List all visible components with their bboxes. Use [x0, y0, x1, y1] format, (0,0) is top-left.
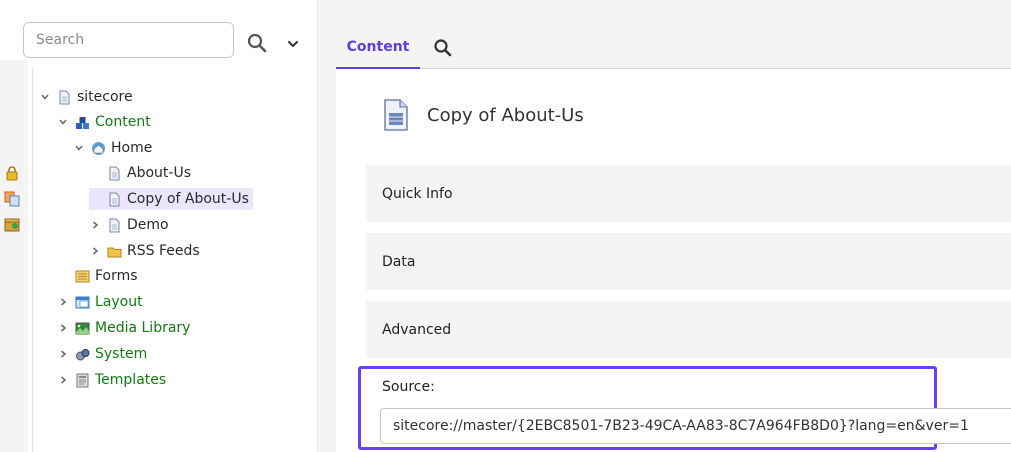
chevron-down-icon[interactable]: [286, 36, 300, 50]
section-data[interactable]: Data: [366, 233, 1011, 290]
editor-content: Copy of About-Us Quick Info Data Advance…: [336, 69, 1011, 452]
media-library-icon: [75, 321, 90, 336]
chevron-right-icon[interactable]: [89, 246, 101, 256]
editor-tabs: Content: [336, 27, 1011, 69]
tree-node-templates[interactable]: Templates: [57, 369, 166, 391]
document-icon: [107, 192, 122, 207]
document-icon: [107, 218, 122, 233]
content-editor: Content Copy of About-Us Quick Info Data…: [336, 0, 1011, 452]
document-icon: [57, 90, 72, 105]
layout-icon: [75, 295, 90, 310]
tree-node-label: Demo: [127, 217, 169, 233]
content-tree-panel: sitecore Content Home: [0, 0, 318, 452]
section-quick-info[interactable]: Quick Info: [366, 165, 1011, 222]
forms-icon: [75, 269, 90, 284]
tree-node-label: Forms: [95, 268, 138, 284]
tree-node-label: sitecore: [77, 89, 133, 105]
tree-node-label: Layout: [95, 294, 143, 310]
chevron-right-icon[interactable]: [57, 297, 69, 307]
gutter: [0, 60, 28, 452]
tree-node-sitecore[interactable]: sitecore: [39, 86, 133, 108]
tree-node-demo[interactable]: Demo: [89, 214, 169, 236]
document-icon: [383, 99, 409, 131]
tree-node-rss-feeds[interactable]: RSS Feeds: [89, 240, 200, 262]
search-icon[interactable]: [246, 32, 268, 54]
tree-search-input[interactable]: [24, 23, 233, 57]
tree-node-about-us[interactable]: About-Us: [89, 162, 191, 184]
section-advanced[interactable]: Advanced: [366, 301, 1011, 358]
tree-node-label: Media Library: [95, 320, 191, 336]
tree-node-label: Copy of About-Us: [127, 191, 249, 207]
item-title: Copy of About-Us: [427, 105, 584, 126]
tree-node-label: Templates: [95, 372, 167, 388]
tree-node-forms[interactable]: Forms: [57, 265, 138, 287]
lock-icon[interactable]: [4, 165, 20, 181]
document-icon: [107, 166, 122, 181]
search-icon[interactable]: [432, 37, 454, 59]
source-label: Source:: [382, 379, 435, 395]
chevron-down-icon[interactable]: [73, 143, 85, 153]
source-field[interactable]: sitecore://master/{2EBC8501-7B23-49CA-AA…: [380, 408, 1011, 444]
chevron-right-icon[interactable]: [57, 349, 69, 359]
home-icon: [91, 141, 106, 156]
system-icon: [75, 347, 90, 362]
tree-node-label: About-Us: [127, 165, 191, 181]
chevron-down-icon[interactable]: [39, 92, 51, 102]
chevron-right-icon[interactable]: [57, 323, 69, 333]
tree-node-media-library[interactable]: Media Library: [57, 317, 190, 339]
tree-node-label: Content: [95, 114, 151, 130]
chevron-right-icon[interactable]: [89, 220, 101, 230]
templates-icon: [75, 373, 90, 388]
tree-node-layout[interactable]: Layout: [57, 291, 143, 313]
content-tree: sitecore Content Home About-Us Copy of A…: [32, 68, 318, 452]
tree-node-home[interactable]: Home: [73, 137, 152, 159]
tab-content[interactable]: Content: [336, 27, 420, 69]
tree-node-system[interactable]: System: [57, 343, 147, 365]
package-icon[interactable]: [4, 216, 20, 232]
tree-node-copy-of-about-us[interactable]: Copy of About-Us: [89, 188, 253, 210]
duplicate-icon[interactable]: [4, 191, 20, 207]
chevron-down-icon[interactable]: [57, 117, 69, 127]
chevron-right-icon[interactable]: [57, 375, 69, 385]
tree-node-label: System: [95, 346, 148, 362]
tree-node-label: Home: [111, 140, 153, 156]
tree-node-content[interactable]: Content: [57, 111, 151, 133]
tree-node-label: RSS Feeds: [127, 243, 200, 259]
content-cubes-icon: [75, 115, 90, 130]
tree-search-field[interactable]: [23, 22, 234, 58]
folder-icon: [107, 244, 122, 259]
